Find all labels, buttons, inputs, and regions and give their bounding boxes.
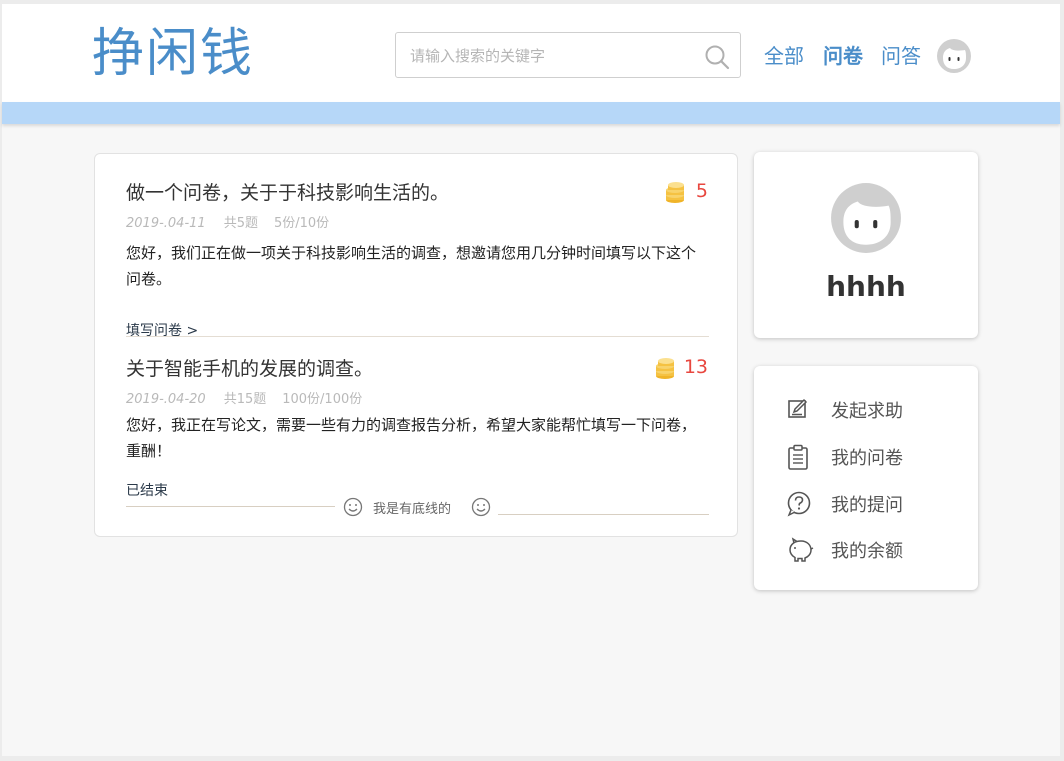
smile-icon: [343, 497, 363, 517]
profile-avatar-icon[interactable]: [829, 181, 903, 255]
menu-item-label: 我的余额: [831, 541, 903, 562]
end-of-list: 我是有底线的: [343, 497, 515, 517]
survey-description: 您好，我正在写论文，需要一些有力的调查报告分析，希望大家能帮忙填写一下问卷，重酬…: [126, 416, 697, 460]
ended-status: 已结束: [126, 483, 168, 499]
survey-question-count: 共15题: [223, 392, 267, 407]
menu-item-my-balance[interactable]: 我的余额: [786, 534, 956, 564]
end-line-right: [498, 514, 709, 515]
logo[interactable]: 挣闲钱: [92, 24, 254, 84]
username: hhhh: [826, 270, 906, 303]
survey-item: 关于智能手机的发展的调查。 13 2019-.04-20 共15题 100份/100…: [126, 354, 710, 499]
fill-survey-link[interactable]: 填写问卷 >: [126, 320, 198, 340]
menu-item-label: 我的问卷: [831, 448, 903, 469]
menu-item-my-surveys[interactable]: 我的问卷: [786, 441, 956, 471]
search-box: [395, 32, 741, 78]
user-avatar-icon[interactable]: [936, 38, 972, 74]
search-input[interactable]: [408, 43, 692, 69]
survey-list-card: 做一个问卷，关于于科技影响生活的。 5 2019-.04-11 共5题 5份/10份…: [94, 153, 738, 537]
user-menu: 发起求助 我的问卷 我的提问 我的余额: [754, 366, 978, 590]
divider: [126, 336, 709, 337]
menu-item-label: 发起求助: [831, 401, 903, 422]
survey-description: 您好，我们正在做一项关于科技影响生活的调查，想邀请您用几分钟时间填写以下这个问卷…: [126, 244, 697, 288]
survey-meta: 2019-.04-11 共5题 5份/10份: [126, 212, 345, 231]
clipboard-icon: [788, 444, 808, 470]
survey-title[interactable]: 做一个问卷，关于于科技影响生活的。: [126, 178, 449, 205]
nav-survey[interactable]: 问卷: [823, 40, 863, 69]
end-of-list-text: 我是有底线的: [373, 502, 452, 517]
search-icon[interactable]: [704, 44, 730, 70]
nav-qa[interactable]: 问答: [881, 40, 921, 69]
survey-date: 2019-.04-11: [126, 216, 206, 231]
survey-meta: 2019-.04-20 共15题 100份/100份: [126, 388, 378, 407]
survey-response-count: 5份/10份: [273, 216, 330, 231]
question-icon: [787, 491, 811, 517]
edit-icon: [788, 398, 808, 418]
menu-item-ask-help[interactable]: 发起求助: [786, 394, 956, 424]
profile-card: hhhh: [754, 152, 978, 338]
survey-question-count: 共5题: [223, 216, 258, 231]
reward-amount: 5: [695, 180, 708, 202]
nav-all[interactable]: 全部: [764, 40, 804, 69]
survey-item: 做一个问卷，关于于科技影响生活的。 5 2019-.04-11 共5题 5份/10份…: [126, 178, 710, 339]
reward-amount: 13: [683, 356, 708, 378]
coins-icon: [656, 358, 674, 379]
menu-item-my-questions[interactable]: 我的提问: [786, 488, 956, 518]
page-frame: 挣闲钱 全部 问卷 问答 做一个问卷，关于于科技影响生活的。: [2, 4, 1060, 756]
coins-icon: [666, 182, 684, 203]
menu-item-label: 我的提问: [831, 495, 903, 516]
smile-icon: [471, 497, 491, 517]
end-line-left: [126, 506, 335, 507]
header: 挣闲钱 全部 问卷 问答: [2, 4, 1060, 102]
survey-date: 2019-.04-20: [126, 392, 206, 407]
piggy-bank-icon: [789, 537, 814, 562]
survey-response-count: 100份/100份: [282, 392, 363, 407]
survey-title[interactable]: 关于智能手机的发展的调查。: [126, 354, 373, 381]
header-band: [2, 102, 1060, 124]
